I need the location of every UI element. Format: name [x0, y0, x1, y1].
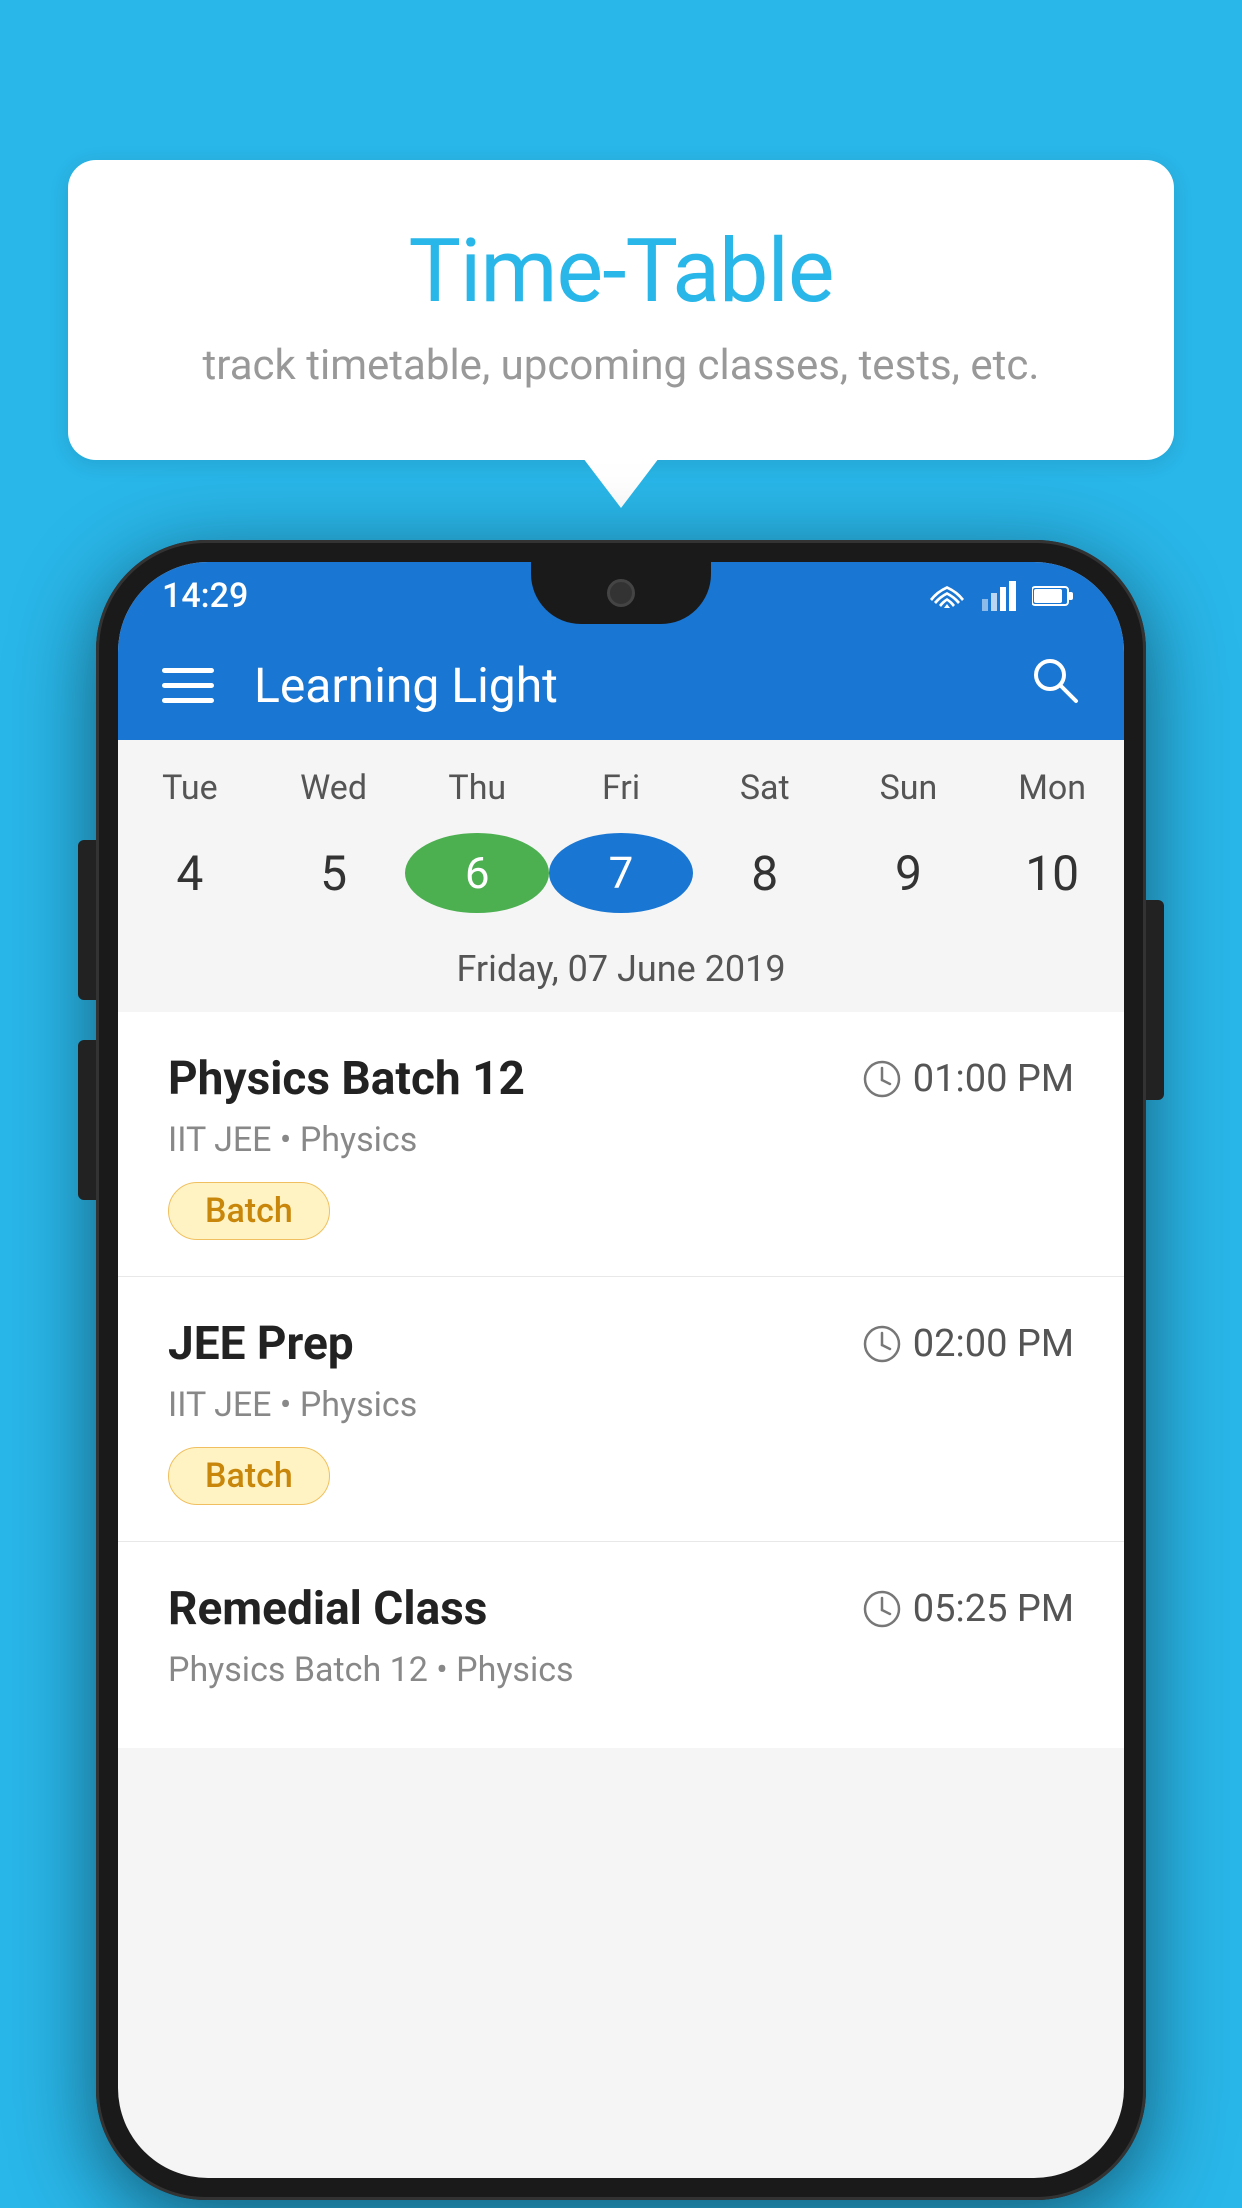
phone-container: 14:29 [96, 540, 1146, 2200]
day-header-mon: Mon [980, 768, 1124, 808]
notch [531, 562, 711, 624]
day-4[interactable]: 4 [118, 828, 262, 918]
class-time: 02:00 PM [863, 1322, 1074, 1366]
day-header-sun: Sun [837, 768, 981, 808]
phone-screen: 14:29 [118, 562, 1124, 2178]
hamburger-menu-button[interactable] [162, 668, 214, 703]
class-card-physics-batch-12[interactable]: Physics Batch 12 01:00 PM IIT JEE • Phys… [118, 1012, 1124, 1277]
signal-icon [982, 581, 1016, 611]
day-10[interactable]: 10 [980, 828, 1124, 918]
search-button[interactable] [1028, 653, 1080, 718]
day-7-selected[interactable]: 7 [549, 828, 693, 918]
card-row1: Physics Batch 12 01:00 PM [168, 1052, 1074, 1106]
status-icons [928, 581, 1074, 611]
clock-icon [863, 1060, 901, 1098]
hamburger-line [162, 683, 214, 688]
clock-icon [863, 1590, 901, 1628]
card-row1: JEE Prep 02:00 PM [168, 1317, 1074, 1371]
clock-icon [863, 1325, 901, 1363]
class-list: Physics Batch 12 01:00 PM IIT JEE • Phys… [118, 1012, 1124, 1748]
bubble-subtitle: track timetable, upcoming classes, tests… [118, 341, 1124, 390]
class-card-jee-prep[interactable]: JEE Prep 02:00 PM IIT JEE • Physics Batc… [118, 1277, 1124, 1542]
day-header-thu: Thu [405, 768, 549, 808]
class-meta: IIT JEE • Physics [168, 1385, 1074, 1425]
day-6-today[interactable]: 6 [405, 828, 549, 918]
phone-frame: 14:29 [96, 540, 1146, 2200]
calendar-section: Tue Wed Thu Fri Sat Sun Mon 4 5 [118, 740, 1124, 1012]
bubble-title: Time-Table [118, 220, 1124, 323]
status-time: 14:29 [162, 576, 248, 616]
class-name: JEE Prep [168, 1317, 354, 1371]
class-meta: Physics Batch 12 • Physics [168, 1650, 1074, 1690]
selected-date-label: Friday, 07 June 2019 [118, 938, 1124, 1012]
class-time: 01:00 PM [863, 1057, 1074, 1101]
day-5[interactable]: 5 [262, 828, 406, 918]
class-meta: IIT JEE • Physics [168, 1120, 1074, 1160]
app-title: Learning Light [254, 657, 988, 714]
camera [607, 579, 635, 607]
day-header-sat: Sat [693, 768, 837, 808]
day-9[interactable]: 9 [837, 828, 981, 918]
status-bar: 14:29 [118, 562, 1124, 630]
battery-icon [1032, 585, 1074, 607]
day-numbers: 4 5 6 7 8 9 [118, 818, 1124, 938]
batch-badge: Batch [168, 1447, 330, 1505]
class-card-remedial[interactable]: Remedial Class 05:25 PM Physics Batch 12… [118, 1542, 1124, 1748]
wifi-icon [928, 582, 966, 610]
hamburger-line [162, 668, 214, 673]
day-header-wed: Wed [262, 768, 406, 808]
class-name: Remedial Class [168, 1582, 487, 1636]
day-8[interactable]: 8 [693, 828, 837, 918]
day-headers: Tue Wed Thu Fri Sat Sun Mon [118, 740, 1124, 818]
class-name: Physics Batch 12 [168, 1052, 525, 1106]
card-row1: Remedial Class 05:25 PM [168, 1582, 1074, 1636]
speech-bubble: Time-Table track timetable, upcoming cla… [68, 160, 1174, 460]
class-time: 05:25 PM [863, 1587, 1074, 1631]
day-header-tue: Tue [118, 768, 262, 808]
batch-badge: Batch [168, 1182, 330, 1240]
hamburger-line [162, 698, 214, 703]
app-bar: Learning Light [118, 630, 1124, 740]
day-header-fri: Fri [549, 768, 693, 808]
